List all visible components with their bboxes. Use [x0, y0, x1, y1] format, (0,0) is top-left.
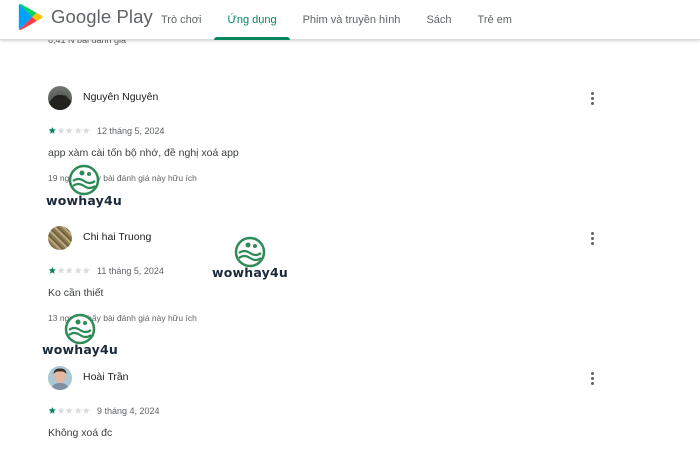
star-rating: [48, 266, 91, 276]
star-icon: [82, 406, 90, 414]
star-icon: [82, 126, 90, 134]
watermark-text: wowhay4u: [212, 265, 288, 280]
tab-kids[interactable]: Trẻ em: [465, 0, 525, 40]
watermark-logo-icon: [234, 236, 266, 268]
star-icon: [65, 406, 73, 414]
more-vert-icon: [590, 92, 594, 95]
tab-apps[interactable]: Ứng dụng: [214, 0, 290, 40]
review-date: 11 tháng 5, 2024: [97, 266, 164, 276]
review-date: 12 tháng 5, 2024: [97, 126, 165, 136]
review-date: 9 tháng 4, 2024: [97, 406, 160, 416]
tab-games[interactable]: Trò chơi: [148, 0, 214, 40]
more-vert-icon: [590, 232, 594, 235]
watermark-text: wowhay4u: [46, 193, 122, 208]
avatar: [48, 226, 72, 250]
review-text: Ko cần thiết: [48, 287, 104, 299]
more-options-button[interactable]: [586, 369, 598, 387]
top-app-bar: Google Play Trò chơi Ứng dụng Phim và tr…: [0, 0, 700, 40]
google-play-home-link[interactable]: Google Play: [18, 3, 153, 31]
watermark: wowhay4u: [46, 164, 128, 210]
watermark-text: wowhay4u: [42, 342, 118, 357]
tab-movies-tv[interactable]: Phim và truyền hình: [290, 0, 414, 40]
star-icon: [57, 406, 65, 414]
watermark-logo-icon: [68, 164, 100, 196]
star-icon: [65, 266, 73, 274]
avatar: [48, 366, 72, 390]
category-nav: Trò chơi Ứng dụng Phim và truyền hình Sá…: [148, 0, 525, 40]
star-icon: [74, 126, 82, 134]
watermark: wowhay4u: [42, 313, 124, 359]
google-play-logo-icon: [18, 3, 43, 31]
reviewer-name: Nguyên Nguyên: [83, 91, 159, 103]
star-icon: [74, 266, 82, 274]
star-icon: [65, 126, 73, 134]
review-text: app xàm cài tốn bộ nhớ, đề nghị xoá app: [48, 147, 239, 159]
avatar: [48, 86, 72, 110]
star-icon: [82, 266, 90, 274]
star-icon: [74, 406, 82, 414]
more-vert-icon: [590, 372, 594, 375]
reviewer-name: Chi hai Truong: [83, 231, 152, 243]
star-rating: [48, 406, 91, 416]
review-text: Không xoá đc: [48, 427, 113, 439]
watermark-logo-icon: [64, 313, 96, 345]
watermark: wowhay4u: [212, 236, 294, 282]
avatar-image: [51, 368, 69, 390]
star-icon: [57, 266, 65, 274]
avatar-image: [48, 95, 72, 110]
star-icon: [57, 126, 65, 134]
more-options-button[interactable]: [586, 229, 598, 247]
star-icon: [48, 406, 56, 414]
tab-books[interactable]: Sách: [413, 0, 464, 40]
star-icon: [48, 126, 56, 134]
brand-name: Google Play: [51, 6, 153, 27]
star-rating: [48, 126, 91, 136]
reviewer-name: Hoài Trần: [83, 371, 129, 383]
star-icon: [48, 266, 56, 274]
more-options-button[interactable]: [586, 89, 598, 107]
